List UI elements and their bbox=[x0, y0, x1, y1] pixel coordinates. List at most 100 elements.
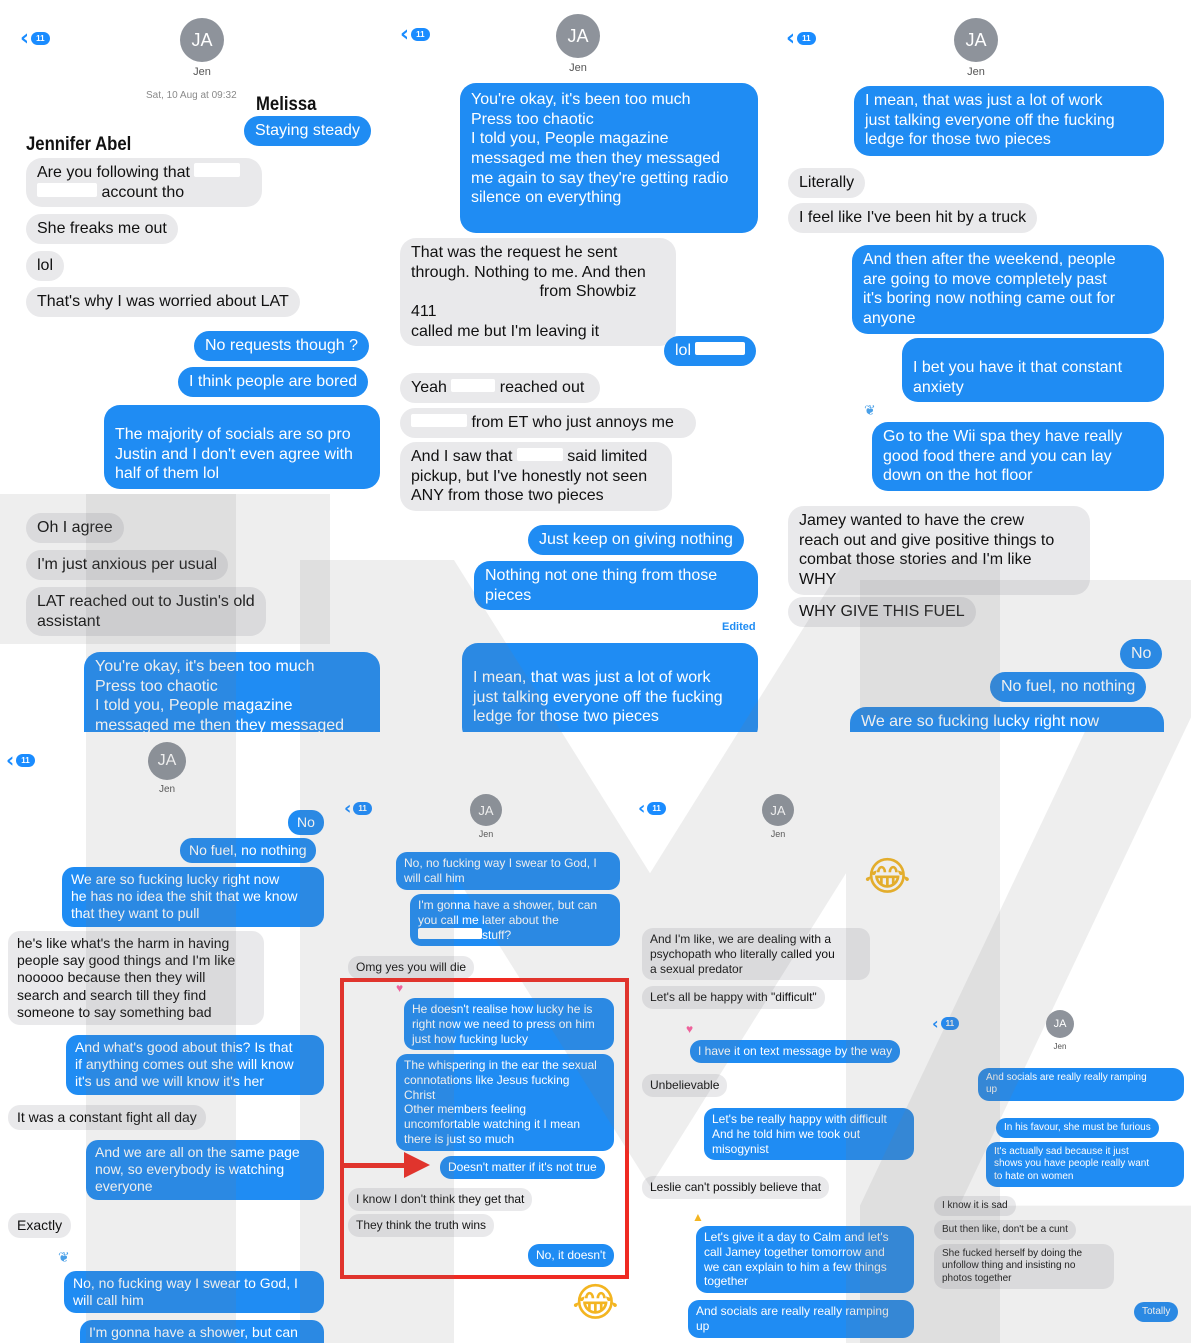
unread-count-badge: 11 bbox=[940, 1017, 960, 1030]
message-bubble[interactable]: I think people are bored bbox=[178, 367, 369, 397]
message-bubble[interactable]: Nothing not one thing from those pieces bbox=[474, 561, 758, 611]
back-button[interactable]: ‹ 11 bbox=[400, 22, 430, 47]
message-bubble[interactable]: The majority of socials are so pro Justi… bbox=[104, 405, 380, 490]
message-bubble[interactable]: lol bbox=[664, 336, 757, 366]
message-bubble[interactable]: That's why I was worried about LAT bbox=[26, 287, 300, 317]
contact-name[interactable]: Jen bbox=[172, 66, 232, 78]
message-bubble[interactable]: I'm gonna have a shower, but can bbox=[80, 1320, 324, 1343]
contact-name[interactable]: Jen bbox=[946, 66, 1006, 78]
message-bubble[interactable]: I mean, that was just a lot of work just… bbox=[854, 86, 1164, 156]
message-bubble[interactable]: LAT reached out to Justin's old assistan… bbox=[26, 587, 266, 637]
message-bubble[interactable]: And I'm like, we are dealing with a psyc… bbox=[642, 928, 870, 981]
message-bubble[interactable]: WHY GIVE THIS FUEL bbox=[788, 597, 976, 627]
message-bubble[interactable]: You're okay, it's been too much Press to… bbox=[460, 83, 758, 233]
message-bubble[interactable]: Literally bbox=[788, 168, 866, 198]
message-text: And I saw that bbox=[411, 448, 517, 465]
message-bubble[interactable]: I'm gonna have a shower, but can you cal… bbox=[410, 894, 620, 947]
message-bubble[interactable]: And socials are really really ramping up bbox=[978, 1068, 1184, 1101]
message-bubble[interactable]: Just keep on giving nothing bbox=[528, 525, 744, 555]
message-bubble[interactable]: Let's be really happy with difficult And… bbox=[704, 1108, 914, 1161]
contact-avatar[interactable]: JA bbox=[180, 18, 224, 62]
message-bubble[interactable]: I'm just anxious per usual bbox=[26, 550, 229, 580]
message-bubble[interactable]: Let's all be happy with "difficult" bbox=[642, 986, 825, 1009]
reaction-icon: ▲ bbox=[692, 1210, 704, 1224]
back-button[interactable]: ‹ 11 bbox=[932, 1014, 960, 1033]
laughing-emoji-icon: 😂 bbox=[572, 1280, 619, 1326]
message-bubble[interactable]: I mean, that was just a lot of work just… bbox=[462, 643, 758, 732]
screenshot-panel-4: ‹ 11 JA Jen No No fuel, no nothing We are… bbox=[0, 734, 334, 1343]
back-button[interactable]: ‹ 11 bbox=[638, 798, 666, 819]
message-bubble[interactable]: Yeah reached out bbox=[400, 373, 600, 403]
message-bubble[interactable]: No requests though ? bbox=[194, 331, 369, 361]
message-bubble[interactable]: Unbelievable bbox=[642, 1074, 728, 1097]
message-bubble[interactable]: Totally bbox=[1134, 1302, 1179, 1323]
contact-avatar[interactable]: JA bbox=[556, 14, 600, 58]
back-button[interactable]: ‹ 11 bbox=[20, 26, 50, 51]
message-bubble[interactable]: Staying steady bbox=[244, 116, 371, 146]
message-bubble[interactable]: Jamey wanted to have the crew reach out … bbox=[788, 506, 1090, 595]
screenshot-panel-2: ‹ 11 JA Jen You're okay, it's been too mu… bbox=[392, 0, 778, 732]
message-bubble[interactable]: Let's give it a day to Calm and let's ca… bbox=[696, 1226, 914, 1293]
message-bubble[interactable]: No bbox=[1120, 639, 1163, 669]
message-bubble[interactable]: I feel like I've been hit by a truck bbox=[788, 203, 1038, 233]
contact-name[interactable]: Jen bbox=[748, 829, 808, 839]
message-bubble[interactable]: It was a constant fight all day bbox=[8, 1105, 206, 1131]
message-bubble[interactable]: No, no fucking way I swear to God, I wil… bbox=[396, 852, 620, 890]
message-bubble[interactable]: That was the request he sent through. No… bbox=[400, 238, 676, 347]
unread-count-badge: 11 bbox=[797, 32, 816, 45]
message-text: account tho bbox=[97, 183, 185, 201]
message-bubble[interactable]: In his favour, she must be furious bbox=[996, 1118, 1159, 1139]
redaction bbox=[411, 284, 535, 297]
highlight-arrow bbox=[344, 1163, 408, 1168]
message-bubble[interactable]: We are so fucking lucky right now he has… bbox=[62, 867, 324, 927]
message-bubble[interactable]: I bet you have it that constant anxiety bbox=[902, 338, 1164, 403]
reaction-icon: ❦ bbox=[864, 402, 876, 418]
message-bubble[interactable]: And socials are really really ramping up bbox=[688, 1300, 914, 1338]
message-bubble[interactable]: he's like what's the harm in having peop… bbox=[8, 931, 264, 1026]
message-bubble[interactable]: It's actually sad because it just shows … bbox=[986, 1142, 1184, 1187]
redaction bbox=[37, 182, 97, 197]
message-bubble[interactable]: No, no fucking way I swear to God, I wil… bbox=[64, 1271, 324, 1314]
contact-name[interactable]: Jen bbox=[456, 829, 516, 839]
message-bubble[interactable]: lol bbox=[26, 251, 65, 281]
message-text: Yeah bbox=[411, 379, 452, 396]
contact-avatar[interactable]: JA bbox=[954, 18, 998, 62]
message-text: called me but I'm leaving it bbox=[411, 322, 600, 340]
message-bubble[interactable]: No bbox=[288, 810, 324, 836]
message-text: I'm gonna have a shower, but can you cal… bbox=[418, 898, 598, 927]
message-bubble[interactable]: I have it on text message by the way bbox=[690, 1040, 901, 1063]
message-text: That was the request he sent through. No… bbox=[411, 244, 646, 281]
message-bubble[interactable]: You're okay, it's been too much Press to… bbox=[84, 652, 380, 732]
message-bubble[interactable]: No fuel, no nothing bbox=[180, 838, 316, 864]
message-bubble[interactable]: Exactly bbox=[8, 1213, 72, 1239]
contact-name[interactable]: Jen bbox=[1030, 1042, 1090, 1051]
screenshot-panel-1: ‹ 11 JA Jen Sat, 10 Aug at 09:32 Melissa … bbox=[4, 0, 386, 732]
message-bubble[interactable]: Leslie can't possibly believe that bbox=[642, 1176, 830, 1199]
message-bubble[interactable]: And I saw that said limited pickup, but … bbox=[400, 442, 672, 512]
message-bubble[interactable]: But then like, don't be a cunt bbox=[934, 1220, 1076, 1241]
contact-avatar[interactable]: JA bbox=[148, 742, 186, 780]
contact-avatar[interactable]: JA bbox=[762, 794, 794, 826]
contact-avatar[interactable]: JA bbox=[470, 794, 502, 826]
message-bubble[interactable]: Omg yes you will die bbox=[348, 956, 475, 979]
message-bubble[interactable]: Oh I agree bbox=[26, 513, 124, 543]
contact-avatar[interactable]: JA bbox=[1046, 1010, 1074, 1038]
message-bubble[interactable]: And then after the weekend, people are g… bbox=[852, 245, 1164, 334]
highlight-arrow-head bbox=[404, 1152, 430, 1178]
message-bubble[interactable]: She fucked herself by doing the unfollow… bbox=[934, 1244, 1114, 1289]
message-bubble[interactable]: I know it is sad bbox=[934, 1196, 1016, 1217]
contact-name[interactable]: Jen bbox=[548, 62, 608, 74]
message-bubble[interactable]: Go to the Wii spa they have really good … bbox=[872, 422, 1164, 492]
message-bubble[interactable]: And we are all on the same page now, so … bbox=[86, 1140, 324, 1200]
message-bubble[interactable]: No fuel, no nothing bbox=[990, 672, 1147, 702]
unread-count-badge: 11 bbox=[16, 753, 35, 767]
message-bubble[interactable]: We are so fucking lucky right now bbox=[850, 707, 1164, 732]
back-button[interactable]: ‹ 11 bbox=[344, 798, 372, 819]
back-button[interactable]: ‹ 11 bbox=[786, 26, 816, 51]
contact-name[interactable]: Jen bbox=[137, 784, 197, 795]
message-bubble[interactable]: from ET who just annoys me bbox=[400, 408, 696, 438]
message-bubble[interactable]: She freaks me out bbox=[26, 214, 178, 244]
message-bubble[interactable]: And what's good about this? Is that if a… bbox=[66, 1035, 324, 1095]
back-button[interactable]: ‹ 11 bbox=[6, 748, 35, 772]
message-bubble[interactable]: Are you following that account tho bbox=[26, 158, 262, 208]
